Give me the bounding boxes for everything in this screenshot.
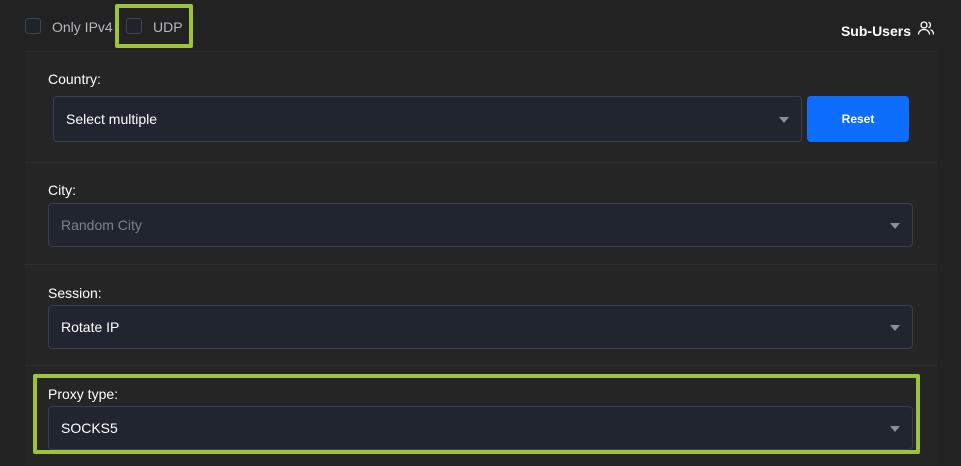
country-label: Country:	[48, 71, 101, 87]
session-select-value: Rotate IP	[61, 319, 120, 335]
city-label: City:	[48, 182, 76, 198]
reset-button[interactable]: Reset	[807, 96, 909, 142]
proxy-type-select-value: SOCKS5	[61, 420, 118, 436]
country-select-value: Select multiple	[66, 111, 158, 127]
proxy-type-label: Proxy type:	[48, 386, 119, 402]
top-bar: Only IPv4 UDP Sub-Users	[0, 0, 961, 52]
chevron-down-icon	[779, 117, 789, 123]
only-ipv4-label[interactable]: Only IPv4	[52, 19, 113, 35]
users-icon	[917, 19, 935, 42]
proxy-type-select[interactable]: SOCKS5	[48, 406, 913, 450]
session-select[interactable]: Rotate IP	[48, 305, 913, 349]
city-select-placeholder: Random City	[61, 217, 142, 233]
only-ipv4-checkbox[interactable]	[25, 18, 41, 34]
sub-users-link[interactable]: Sub-Users	[841, 19, 935, 42]
chevron-down-icon	[890, 426, 900, 432]
udp-label[interactable]: UDP	[153, 19, 183, 35]
country-select[interactable]: Select multiple	[53, 96, 802, 142]
city-select[interactable]: Random City	[48, 203, 913, 247]
session-label: Session:	[48, 285, 102, 301]
udp-checkbox[interactable]	[126, 18, 142, 34]
sub-users-label: Sub-Users	[840, 22, 911, 39]
chevron-down-icon	[890, 325, 900, 331]
chevron-down-icon	[890, 223, 900, 229]
